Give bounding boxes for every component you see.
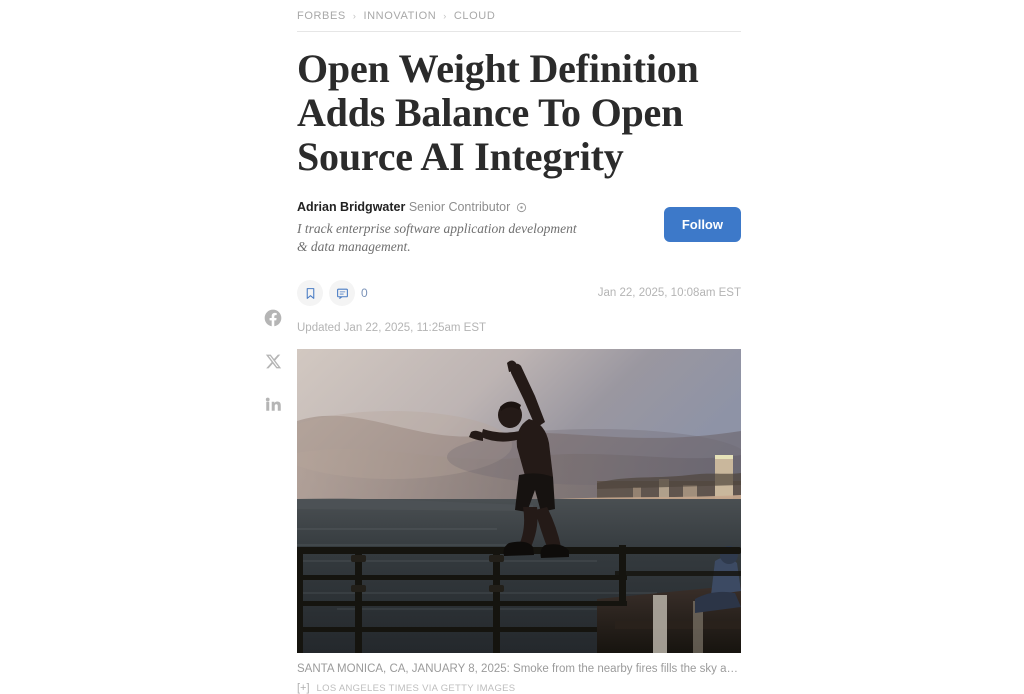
- hero-image: [297, 349, 741, 653]
- image-credit: LOS ANGELES TIMES VIA GETTY IMAGES: [316, 682, 516, 694]
- x-twitter-icon[interactable]: [262, 350, 284, 372]
- image-credit-row: [+] LOS ANGELES TIMES VIA GETTY IMAGES: [297, 682, 741, 694]
- byline: Adrian Bridgwater Senior Contributor I t…: [297, 199, 741, 256]
- author-name[interactable]: Adrian Bridgwater: [297, 200, 405, 214]
- chevron-right-icon: ›: [443, 10, 447, 21]
- social-share-rail: [258, 307, 288, 415]
- published-timestamp: Jan 22, 2025, 10:08am EST: [597, 287, 741, 299]
- chevron-right-icon: ›: [352, 10, 357, 21]
- comment-count[interactable]: 0: [361, 286, 368, 300]
- facebook-icon[interactable]: [262, 307, 284, 329]
- article-page: FORBES › INNOVATION › CLOUD Open Weight …: [0, 0, 1024, 694]
- expand-caption-button[interactable]: [+]: [297, 682, 310, 694]
- author-bio: I track enterprise software application …: [297, 221, 577, 254]
- breadcrumb-item-forbes[interactable]: FORBES: [297, 10, 346, 22]
- author-role: Senior Contributor: [408, 200, 511, 214]
- linkedin-icon[interactable]: [262, 393, 284, 415]
- updated-timestamp: Updated Jan 22, 2025, 11:25am EST: [297, 322, 487, 334]
- image-caption: SANTA MONICA, CA, JANUARY 8, 2025: Smoke…: [297, 663, 741, 675]
- page-title: Open Weight Definition Adds Balance To O…: [297, 46, 699, 179]
- bookmark-button[interactable]: [297, 280, 323, 306]
- breadcrumb: FORBES › INNOVATION › CLOUD: [297, 0, 741, 32]
- breadcrumb-item-cloud[interactable]: CLOUD: [454, 10, 496, 22]
- follow-button[interactable]: Follow: [663, 207, 741, 242]
- article-column: FORBES › INNOVATION › CLOUD Open Weight …: [297, 0, 741, 694]
- breadcrumb-item-innovation[interactable]: INNOVATION: [363, 10, 436, 22]
- info-icon[interactable]: [516, 201, 527, 217]
- comment-button[interactable]: [329, 280, 355, 306]
- article-actions: 0 Jan 22, 2025, 10:08am EST: [297, 280, 741, 306]
